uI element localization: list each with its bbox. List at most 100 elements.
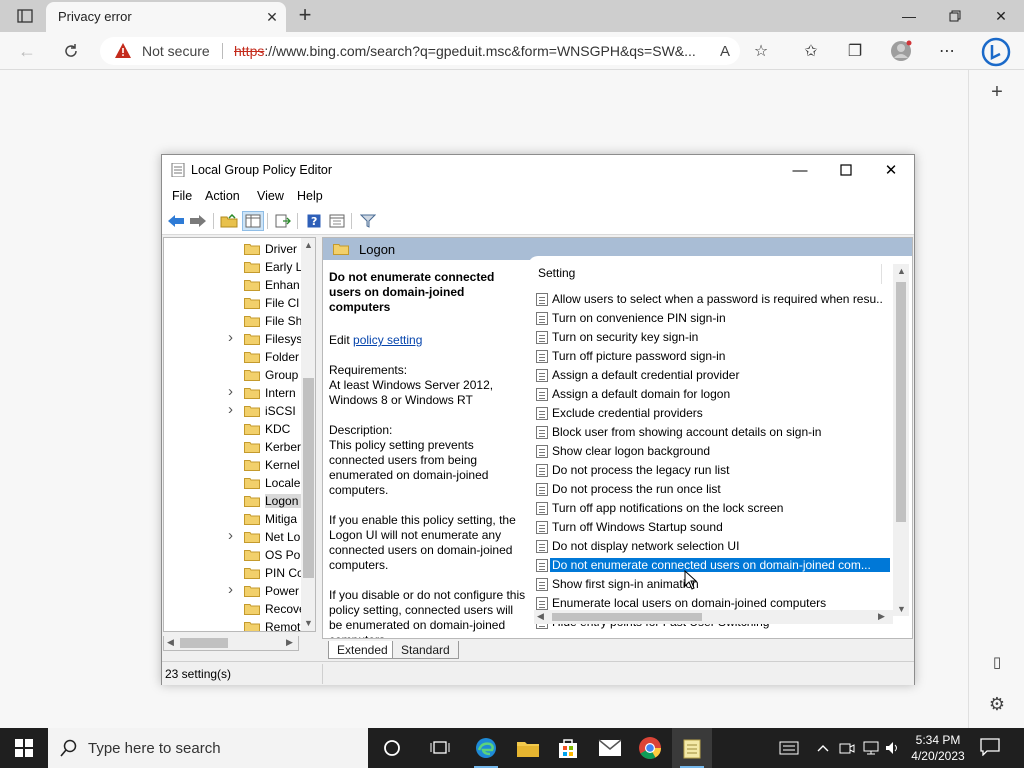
- scroll-down-icon[interactable]: ▼: [304, 618, 313, 628]
- tree-item[interactable]: File Cl: [164, 294, 302, 312]
- new-tab-button[interactable]: +: [292, 4, 318, 28]
- tree-item[interactable]: Kernel: [164, 456, 302, 474]
- network-icon[interactable]: [862, 739, 880, 757]
- meet-now-icon[interactable]: [838, 739, 856, 757]
- cortana-button[interactable]: [372, 728, 412, 768]
- tree-item[interactable]: Locale: [164, 474, 302, 492]
- tree-item[interactable]: Logon: [164, 492, 302, 510]
- expand-chevron-icon[interactable]: ›: [228, 329, 233, 346]
- scroll-left-icon[interactable]: ◀: [537, 611, 544, 622]
- setting-row[interactable]: Turn off app notifications on the lock s…: [534, 499, 890, 518]
- tree-item[interactable]: › iSCSI: [164, 401, 302, 420]
- list-header[interactable]: Setting: [528, 264, 883, 286]
- url-bar[interactable]: Not secure https://www.bing.com/search?q…: [100, 37, 740, 65]
- store-taskbar-app[interactable]: [548, 728, 588, 768]
- browser-tab[interactable]: Privacy error ✕: [46, 2, 286, 32]
- tree-item[interactable]: › Filesys: [164, 329, 302, 348]
- scroll-right-icon[interactable]: ▶: [286, 637, 293, 648]
- scroll-right-icon[interactable]: ▶: [878, 611, 885, 622]
- tree-item[interactable]: › Intern: [164, 383, 302, 402]
- setting-row[interactable]: Exclude credential providers: [534, 404, 890, 423]
- list-vertical-scrollbar[interactable]: ▲ ▼: [893, 264, 909, 616]
- more-options-icon[interactable]: ⋯: [934, 39, 960, 63]
- menu-view[interactable]: View: [257, 189, 284, 203]
- setting-row[interactable]: Assign a default domain for logon: [534, 385, 890, 404]
- setting-row[interactable]: Turn off Windows Startup sound: [534, 518, 890, 537]
- notepad-taskbar-app[interactable]: [672, 728, 712, 768]
- collections-icon[interactable]: ❐: [842, 39, 868, 63]
- properties-icon[interactable]: [327, 212, 347, 230]
- bing-button[interactable]: [980, 36, 1012, 68]
- tree-item[interactable]: › Net Lo: [164, 527, 302, 546]
- tab-actions-button[interactable]: [8, 5, 42, 27]
- settings-gear-icon[interactable]: ⚙: [983, 690, 1011, 718]
- tab-standard[interactable]: Standard: [392, 641, 459, 659]
- taskbar-clock[interactable]: 5:34 PM 4/20/2023: [906, 732, 970, 764]
- tree-item[interactable]: Folder: [164, 348, 302, 366]
- setting-row[interactable]: Show clear logon background: [534, 442, 890, 461]
- setting-row[interactable]: Turn on security key sign-in: [534, 328, 890, 347]
- setting-row[interactable]: Do not enumerate connected users on doma…: [534, 556, 890, 575]
- not-secure-label[interactable]: Not secure: [142, 43, 210, 59]
- tree-item[interactable]: File Sh: [164, 312, 302, 330]
- hide-sidebar-icon[interactable]: ▯: [983, 648, 1011, 676]
- notifications-button[interactable]: [980, 738, 1002, 758]
- tree-scroll-thumb[interactable]: [303, 378, 314, 578]
- chrome-taskbar-app[interactable]: [630, 728, 670, 768]
- tree-item[interactable]: Early L: [164, 258, 302, 276]
- setting-row[interactable]: Do not process the legacy run list: [534, 461, 890, 480]
- start-button[interactable]: [0, 728, 48, 768]
- task-view-button[interactable]: [420, 728, 460, 768]
- taskbar-search[interactable]: Type here to search: [48, 728, 368, 768]
- menu-help[interactable]: Help: [297, 189, 323, 203]
- add-sidebar-app-button[interactable]: +: [983, 78, 1011, 106]
- list-scroll-thumb[interactable]: [896, 282, 906, 522]
- tree-item[interactable]: Driver: [164, 240, 302, 258]
- menu-file[interactable]: File: [172, 189, 192, 203]
- export-list-icon[interactable]: [273, 212, 293, 230]
- gpe-maximize-button[interactable]: [823, 155, 869, 185]
- back-button[interactable]: ←: [12, 38, 42, 64]
- close-browser-button[interactable]: ✕: [978, 0, 1024, 32]
- gpe-close-button[interactable]: ✕: [868, 155, 914, 185]
- gpe-minimize-button[interactable]: —: [777, 155, 823, 185]
- tree-item[interactable]: Recove: [164, 600, 302, 618]
- setting-row[interactable]: Do not process the run once list: [534, 480, 890, 499]
- tree-item[interactable]: KDC: [164, 420, 302, 438]
- tree-item[interactable]: › Power: [164, 581, 302, 600]
- keyboard-tray-icon[interactable]: [778, 739, 800, 757]
- setting-row[interactable]: Turn off picture password sign-in: [534, 347, 890, 366]
- expand-chevron-icon[interactable]: ›: [228, 581, 233, 598]
- scroll-up-icon[interactable]: ▲: [897, 266, 906, 276]
- back-arrow-icon[interactable]: [166, 212, 186, 230]
- setting-row[interactable]: Do not display network selection UI: [534, 537, 890, 556]
- tree-item[interactable]: Enhan: [164, 276, 302, 294]
- profile-avatar[interactable]: [888, 39, 914, 63]
- setting-row[interactable]: Assign a default credential provider: [534, 366, 890, 385]
- show-hide-tree-icon[interactable]: [242, 211, 264, 231]
- setting-column-header[interactable]: Setting: [538, 266, 575, 280]
- menu-action[interactable]: Action: [205, 189, 240, 203]
- volume-icon[interactable]: [884, 739, 902, 757]
- column-separator[interactable]: [881, 264, 882, 284]
- tree-item[interactable]: Kerber: [164, 438, 302, 456]
- refresh-button[interactable]: [56, 38, 86, 64]
- tree-item[interactable]: Remot: [164, 618, 302, 631]
- list-horizontal-scrollbar[interactable]: ◀ ▶: [534, 610, 893, 624]
- setting-row[interactable]: Turn on convenience PIN sign-in: [534, 309, 890, 328]
- favorites-icon[interactable]: ✩: [798, 39, 824, 63]
- up-folder-icon[interactable]: [219, 212, 239, 230]
- mail-taskbar-app[interactable]: [590, 728, 630, 768]
- expand-chevron-icon[interactable]: ›: [228, 383, 233, 400]
- tree-item[interactable]: PIN Co: [164, 564, 302, 582]
- tree-hscroll-thumb[interactable]: [180, 638, 228, 648]
- add-favorite-icon[interactable]: ☆: [748, 39, 774, 63]
- scroll-left-icon[interactable]: ◀: [167, 637, 174, 648]
- restore-button[interactable]: [932, 0, 978, 32]
- policy-setting-link[interactable]: policy setting: [353, 333, 422, 347]
- setting-row[interactable]: Allow users to select when a password is…: [534, 290, 890, 309]
- tree-vertical-scrollbar[interactable]: ▲ ▼: [301, 238, 315, 631]
- show-hidden-icons-icon[interactable]: [814, 739, 832, 757]
- read-aloud-icon[interactable]: A: [714, 41, 736, 61]
- setting-row[interactable]: Block user from showing account details …: [534, 423, 890, 442]
